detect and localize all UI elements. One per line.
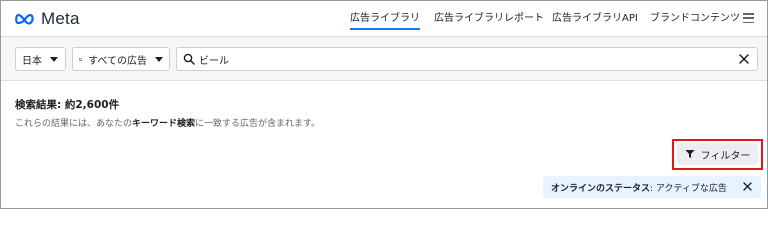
nav-ad-library-api[interactable]: 広告ライブラリAPI (552, 1, 638, 37)
hamburger-menu-icon[interactable] (743, 13, 754, 23)
status-chip-rest: : アクティブな広告 (650, 183, 727, 194)
filter-button[interactable]: フィルター (677, 143, 758, 165)
results-desc-after: に一致する広告が含まれます。 (195, 119, 321, 129)
country-label: 日本 (22, 55, 42, 67)
results-desc-before: これらの結果には、あなたの (15, 119, 133, 129)
search-icon (183, 53, 195, 65)
results-count: 検索結果: 約2,600件 (15, 99, 120, 111)
filter-label: フィルター (700, 150, 751, 162)
status-chip-bold: オンラインのステータス (551, 183, 651, 194)
country-dropdown[interactable]: 日本 (15, 47, 66, 71)
nav-ad-library-report[interactable]: 広告ライブラリレポート (434, 1, 544, 37)
nav-branded-content[interactable]: ブランドコンテンツ (650, 1, 740, 37)
funnel-icon (685, 150, 695, 158)
nav-ad-library[interactable]: 広告ライブラリ (350, 1, 420, 37)
page-frame: Meta 広告ライブラリ 広告ライブラリレポート 広告ライブラリAPI ブランド… (0, 0, 768, 209)
search-toolbar: 日本 すべての広告 (1, 37, 767, 81)
chevron-down-icon (50, 56, 58, 62)
active-status-chip: オンラインのステータス: アクティブな広告 (543, 176, 761, 198)
results-desc-keyword: キーワード検索 (132, 119, 196, 129)
chevron-down-icon (155, 56, 163, 62)
results-description: これらの結果には、あなたのキーワード検索に一致する広告が含まれます。 (15, 116, 320, 129)
ad-category-label: すべての広告 (88, 55, 147, 67)
ad-category-dropdown[interactable]: すべての広告 (72, 47, 170, 71)
meta-infinity-icon (15, 13, 34, 25)
search-input[interactable] (199, 50, 719, 68)
meta-logo[interactable]: Meta (15, 9, 80, 29)
monitor-icon (79, 57, 82, 61)
top-header: Meta 広告ライブラリ 広告ライブラリレポート 広告ライブラリAPI ブランド… (1, 1, 767, 37)
logo-text: Meta (41, 9, 80, 28)
close-icon[interactable] (743, 182, 752, 191)
search-field[interactable] (176, 47, 758, 71)
close-icon[interactable] (739, 54, 749, 64)
